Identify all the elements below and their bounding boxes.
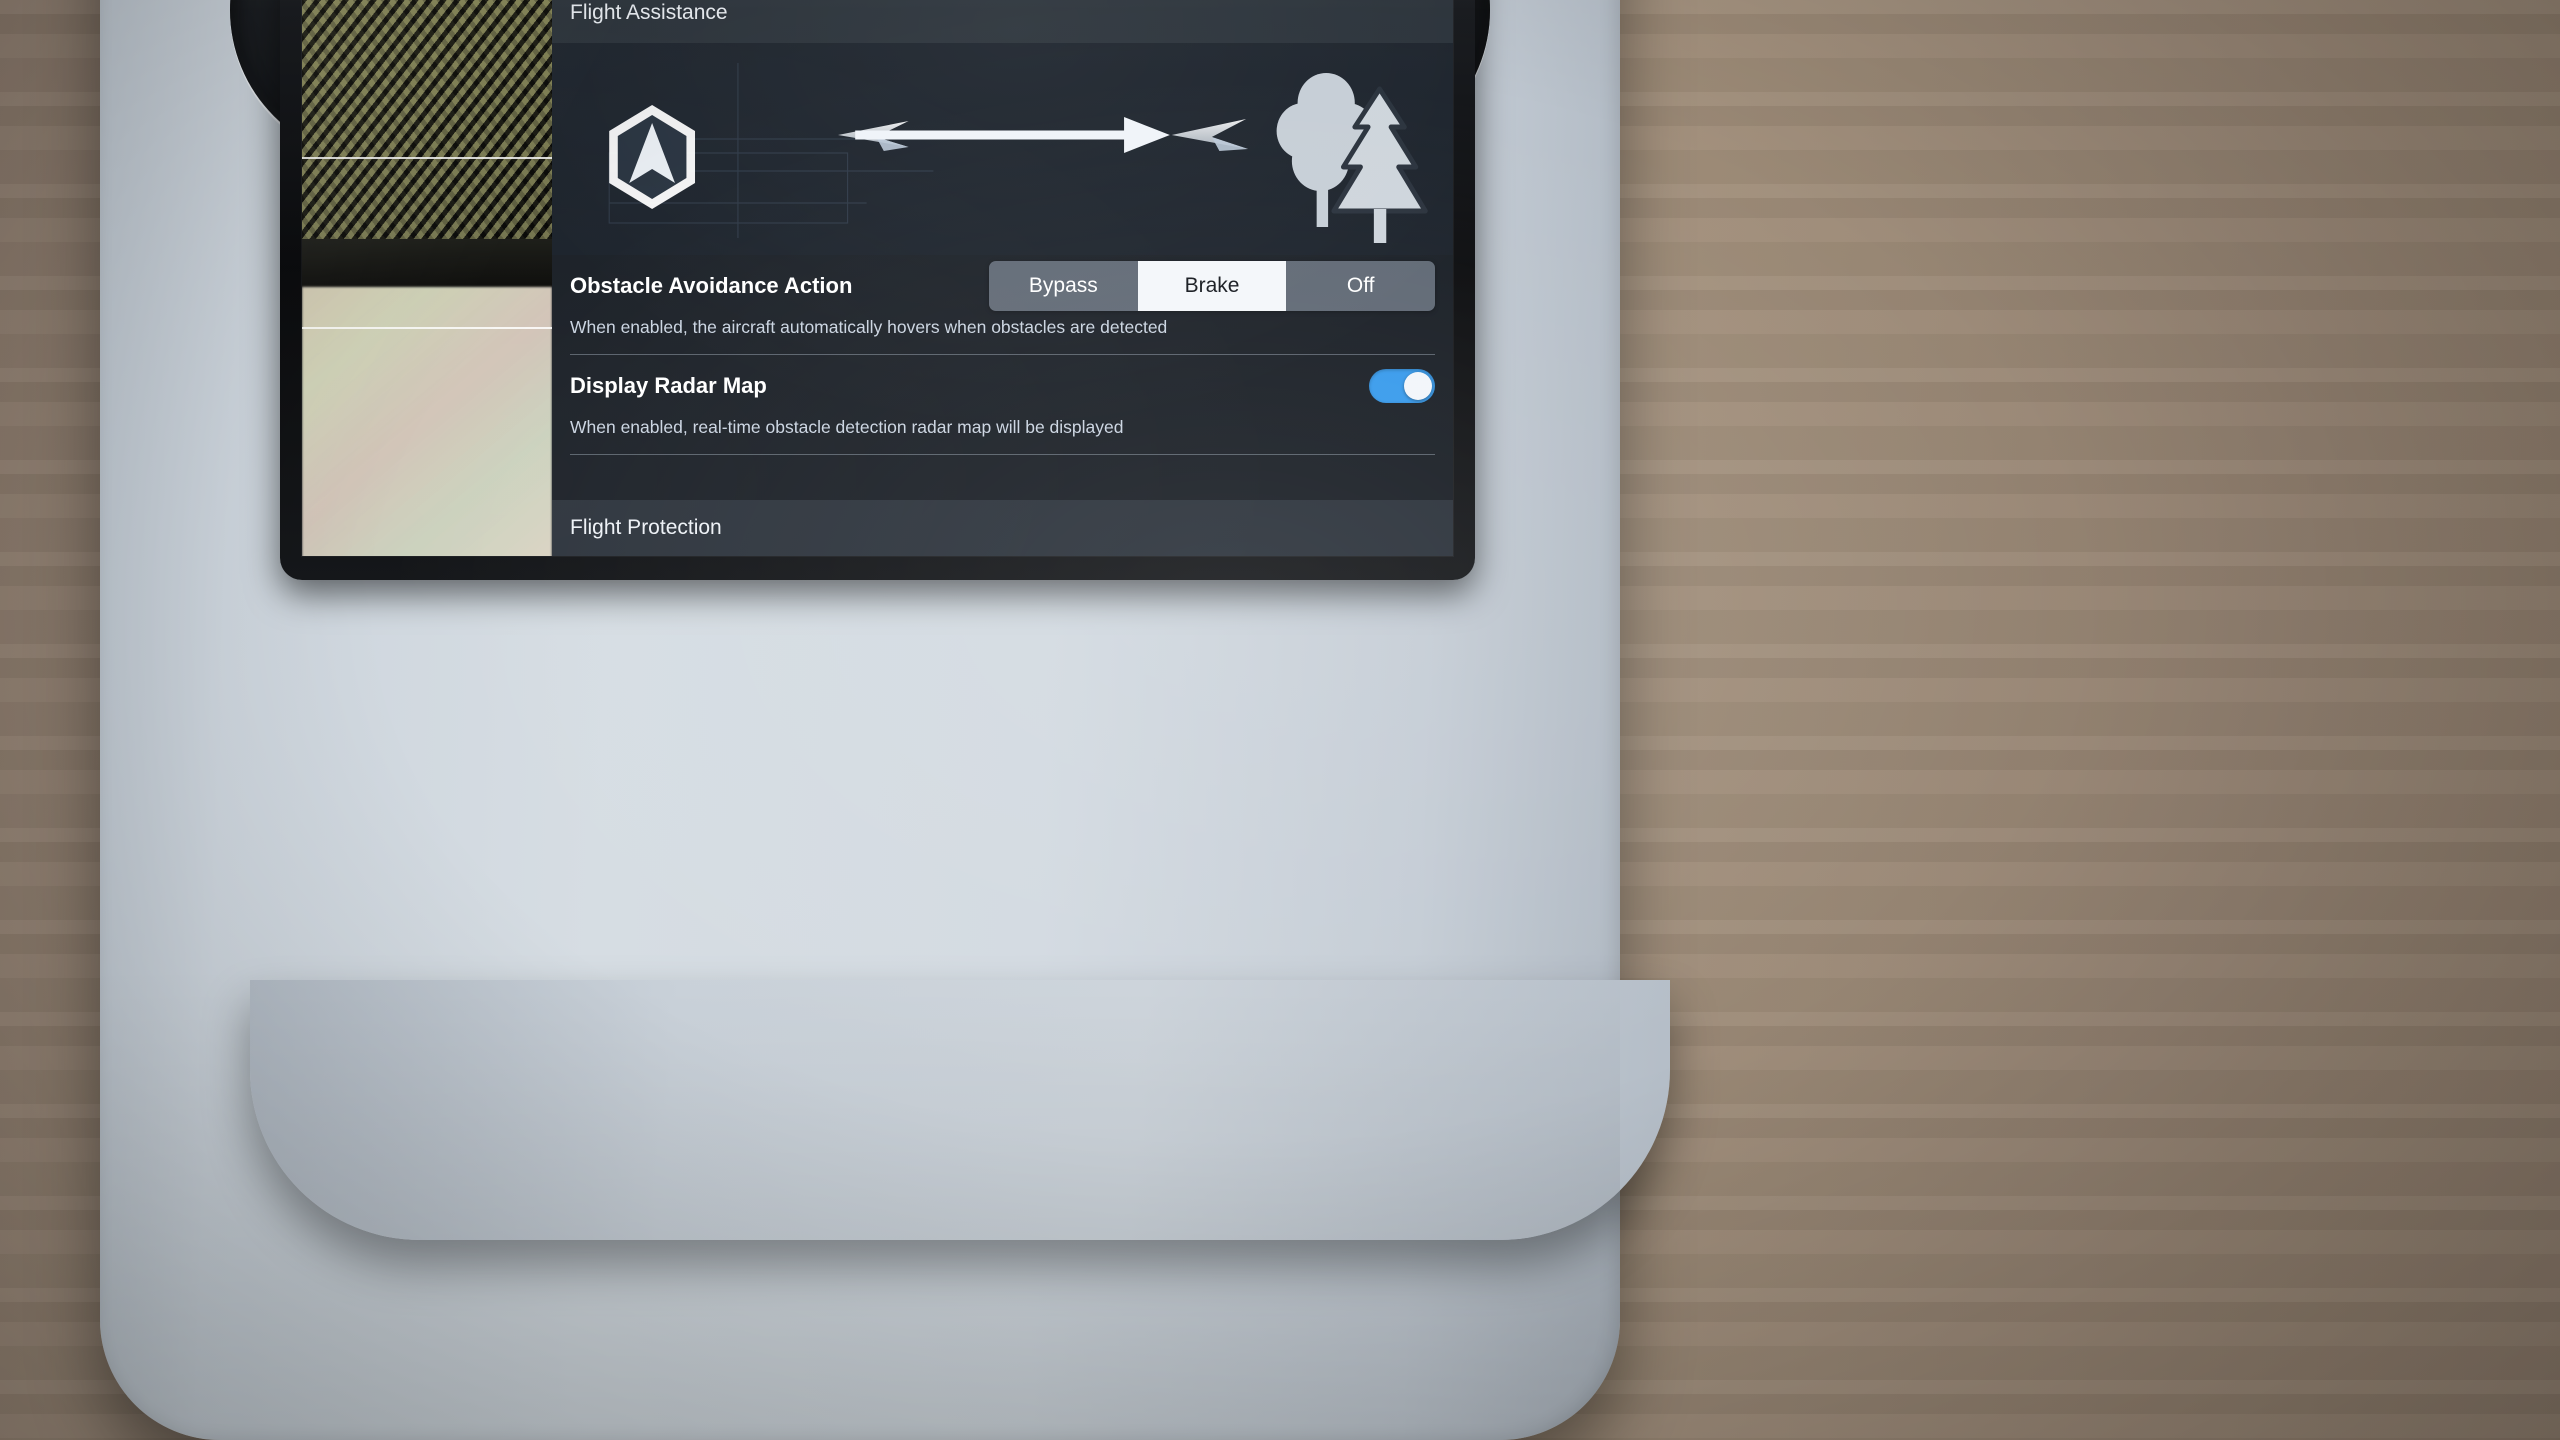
setting-display-radar-map: Display Radar Map When enabled, real-tim… bbox=[552, 355, 1453, 454]
segment-option-bypass[interactable]: Bypass bbox=[989, 261, 1138, 311]
flight-assistance-illustration bbox=[552, 43, 1453, 255]
toggle-knob bbox=[1404, 372, 1432, 400]
drone-hexagon-icon bbox=[609, 105, 696, 209]
screen-bezel: Safety Control Camera Transmission About… bbox=[280, 0, 1475, 580]
feed-mesh-texture bbox=[302, 0, 552, 239]
feed-dark-band bbox=[302, 239, 552, 287]
settings-rows: Obstacle Avoidance Action Bypass Brake O… bbox=[552, 255, 1453, 500]
feed-scanline bbox=[302, 157, 552, 159]
trees-icon bbox=[1276, 73, 1428, 243]
feed-scanline bbox=[302, 327, 552, 329]
setting-title: Obstacle Avoidance Action bbox=[570, 273, 853, 298]
flight-path-plane-end bbox=[1171, 119, 1249, 151]
setting-description: When enabled, the aircraft automatically… bbox=[570, 317, 1168, 337]
desk-background: Safety Control Camera Transmission About… bbox=[0, 0, 2560, 1440]
illustration-svg bbox=[608, 63, 1428, 243]
section-header-flight-assistance: Flight Assistance bbox=[552, 0, 1453, 43]
row-divider bbox=[570, 454, 1435, 455]
touchscreen-display[interactable]: Safety Control Camera Transmission About… bbox=[302, 0, 1453, 556]
display-radar-map-toggle[interactable] bbox=[1369, 369, 1435, 403]
segment-option-off[interactable]: Off bbox=[1286, 261, 1435, 311]
setting-description: When enabled, real-time obstacle detecti… bbox=[570, 417, 1124, 437]
section-header-flight-protection: Flight Protection bbox=[552, 500, 1453, 556]
settings-panel: Safety Control Camera Transmission About… bbox=[552, 0, 1453, 556]
controller-lower-body bbox=[250, 980, 1670, 1240]
setting-title: Display Radar Map bbox=[570, 373, 767, 398]
segment-option-brake[interactable]: Brake bbox=[1137, 261, 1287, 311]
setting-obstacle-avoidance-action: Obstacle Avoidance Action Bypass Brake O… bbox=[552, 255, 1453, 354]
obstacle-avoidance-segmented-control[interactable]: Bypass Brake Off bbox=[989, 261, 1435, 311]
remote-controller-body: Safety Control Camera Transmission About… bbox=[100, 0, 1670, 1440]
